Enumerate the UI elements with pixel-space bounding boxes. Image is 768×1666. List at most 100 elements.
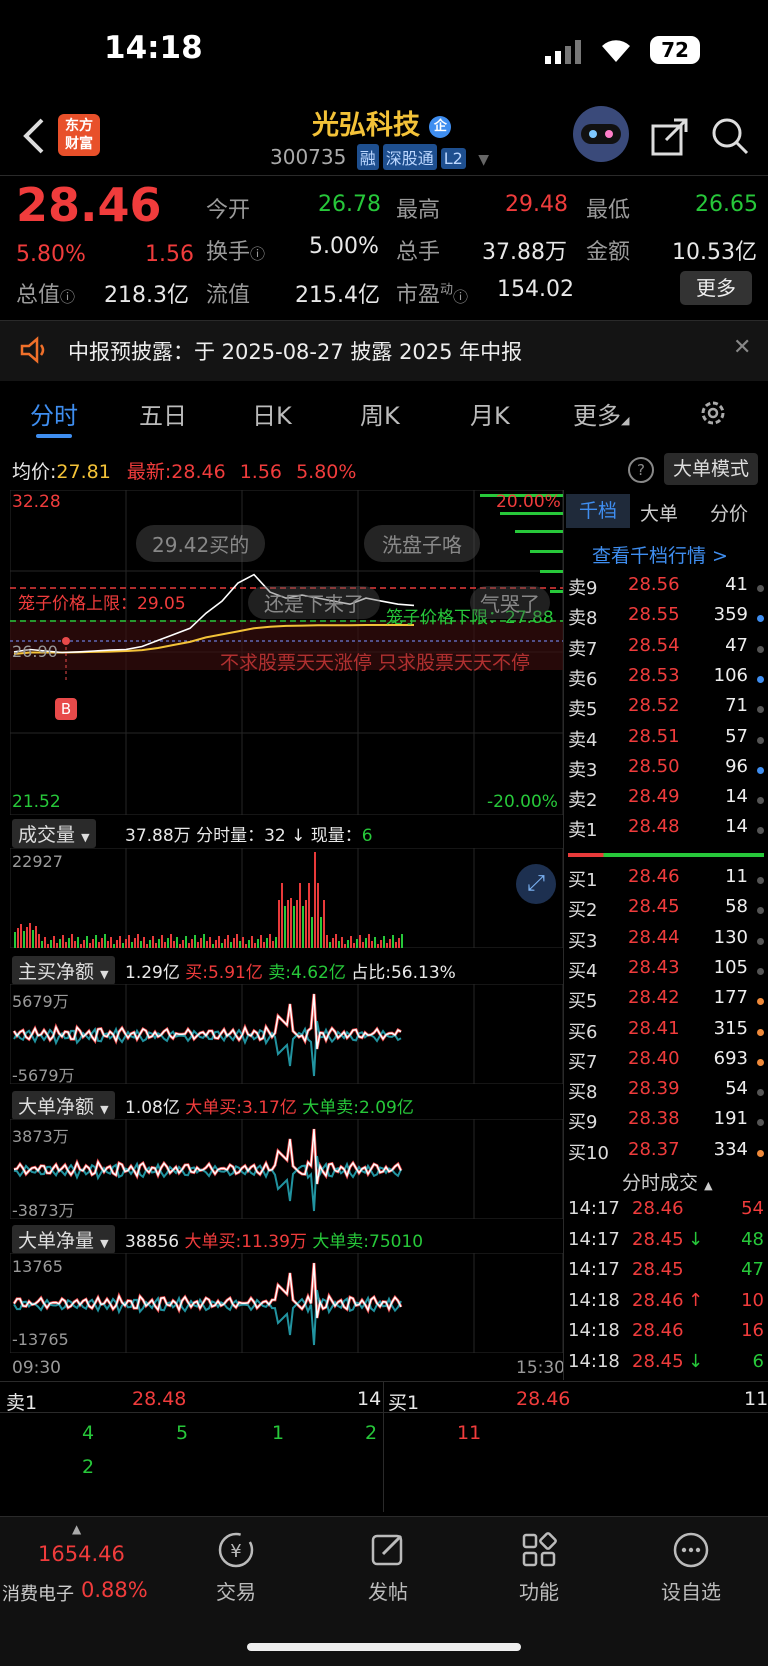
ask-row[interactable]: 卖5 28.52 71 xyxy=(566,695,766,725)
main-net-chart[interactable] xyxy=(10,984,563,1084)
volume-bar xyxy=(197,942,199,948)
trades-title[interactable]: 分时成交 ▲ xyxy=(622,1168,713,1195)
back-icon[interactable] xyxy=(22,116,46,160)
expand-icon[interactable]: ⤢ xyxy=(516,864,556,904)
nav-trade[interactable]: ¥ 交易 xyxy=(181,1530,291,1605)
bid-price: 28.37 xyxy=(628,1138,680,1160)
volume-bar xyxy=(56,943,58,948)
ask-price: 28.53 xyxy=(628,664,680,686)
order-book-tab-large[interactable]: 大单 xyxy=(640,499,678,526)
robot-avatar-icon[interactable] xyxy=(573,106,629,162)
settings-icon[interactable] xyxy=(698,398,728,432)
volume-bar xyxy=(164,942,166,948)
bid-level: 买4 xyxy=(568,960,598,982)
mcap-label: 总值ⓘ xyxy=(16,283,76,308)
stock-title[interactable]: 光弘科技 企 xyxy=(312,103,452,142)
bid-row[interactable]: 买8 28.39 54 xyxy=(566,1078,766,1108)
volume-chart[interactable] xyxy=(10,848,563,948)
ask-price: 28.48 xyxy=(628,816,680,838)
bid-row[interactable]: 买4 28.43 105 xyxy=(566,957,766,987)
volume-value: 37.88万 xyxy=(482,240,567,265)
sell-queue-item: 2 xyxy=(365,1422,378,1444)
volume-bar xyxy=(353,943,355,948)
volume-label: 总手 xyxy=(396,240,441,265)
large-qty-chart[interactable] xyxy=(10,1253,563,1353)
volume-bar xyxy=(356,939,358,948)
bid-row[interactable]: 买5 28.42 177 xyxy=(566,987,766,1017)
large-qty-dropdown[interactable]: 大单净量 ▼ xyxy=(12,1225,115,1254)
volume-bar xyxy=(20,924,22,948)
volume-bar xyxy=(146,944,148,948)
nav-post[interactable]: 发帖 xyxy=(333,1530,443,1605)
volume-bar xyxy=(401,934,403,948)
chart-header: 均价:27.81 最新:28.46 1.56 5.80% xyxy=(12,461,357,483)
ask-row[interactable]: 卖9 28.56 41 xyxy=(566,574,766,604)
tab-daily-k[interactable]: 日K xyxy=(252,396,292,431)
volume-dropdown[interactable]: 成交量 ▼ xyxy=(12,819,96,848)
large-net-dropdown[interactable]: 大单净额 ▼ xyxy=(12,1091,115,1120)
bid-row[interactable]: 买10 28.37 334 xyxy=(566,1139,766,1169)
ask-row[interactable]: 卖7 28.54 47 xyxy=(566,635,766,665)
volume-bar xyxy=(266,938,268,948)
order-book-tab-price[interactable]: 分价 xyxy=(710,499,748,526)
volume-bar xyxy=(182,940,184,948)
bid-row[interactable]: 买1 28.46 11 xyxy=(566,866,766,896)
tab-more[interactable]: 更多◢ xyxy=(573,396,629,431)
chevron-down-icon[interactable]: ▼ xyxy=(478,152,489,168)
nav-watchlist[interactable]: 设自选 xyxy=(636,1530,746,1605)
ask-row[interactable]: 卖1 28.48 14 xyxy=(566,816,766,846)
volume-bar xyxy=(26,927,28,948)
large-order-mode-button[interactable]: 大单模式 xyxy=(664,453,758,485)
volume-bar xyxy=(92,939,94,948)
ask-row[interactable]: 卖2 28.49 14 xyxy=(566,786,766,816)
bid-row[interactable]: 买2 28.45 58 xyxy=(566,896,766,926)
ask-row[interactable]: 卖8 28.55 359 xyxy=(566,604,766,634)
tab-intraday[interactable]: 分时 xyxy=(30,396,78,431)
view-depth-link[interactable]: 查看千档行情 > xyxy=(592,541,728,568)
volume-bar xyxy=(206,941,208,948)
volume-bar xyxy=(323,900,325,948)
more-button[interactable]: 更多 xyxy=(680,271,752,305)
buy-marker[interactable]: B xyxy=(55,698,77,720)
notice-bar[interactable]: 中报预披露：于 2025-08-27 披露 2025 年中报 ✕ xyxy=(0,321,768,381)
trade-price: 28.46 xyxy=(632,1198,684,1219)
volume-bar xyxy=(119,936,121,948)
tab-weekly-k[interactable]: 周K xyxy=(360,396,400,431)
sell-queue-item: 1 xyxy=(272,1422,285,1444)
bid-qty: 334 xyxy=(713,1138,748,1160)
trade-qty: 6 xyxy=(752,1350,764,1372)
main-net-dropdown[interactable]: 主买净额 ▼ xyxy=(12,956,115,985)
nav-functions[interactable]: 功能 xyxy=(484,1530,594,1605)
share-icon[interactable] xyxy=(650,116,690,160)
tag-l2: L2 xyxy=(440,148,466,169)
open-value: 26.78 xyxy=(318,192,381,217)
volume-bar xyxy=(149,940,151,948)
trade-qty: 48 xyxy=(741,1228,764,1250)
ask-dot-icon xyxy=(757,585,764,592)
bid-row[interactable]: 买3 28.44 130 xyxy=(566,927,766,957)
volume-bar xyxy=(167,938,169,948)
ask-row[interactable]: 卖3 28.50 96 xyxy=(566,756,766,786)
large-qty-summary: 38856 大单买:11.39万 大单卖:75010 xyxy=(125,1232,424,1252)
danmaku-5: 不求股票天天涨停 只求股票天天不停 xyxy=(220,652,531,674)
bid-level: 买5 xyxy=(568,991,598,1013)
buy-queue-item: 11 xyxy=(457,1422,482,1444)
large-net-chart[interactable] xyxy=(10,1119,563,1219)
order-book-tab-1000[interactable]: 千档 xyxy=(566,494,630,528)
bid-row[interactable]: 买9 28.38 191 xyxy=(566,1108,766,1138)
search-icon[interactable] xyxy=(710,116,750,160)
ask-row[interactable]: 卖6 28.53 106 xyxy=(566,665,766,695)
help-icon[interactable]: ? xyxy=(628,457,654,483)
close-icon[interactable]: ✕ xyxy=(733,335,751,360)
tab-monthly-k[interactable]: 月K xyxy=(470,396,510,431)
volume-bar xyxy=(71,934,73,948)
trade-price: 28.46 xyxy=(632,1289,684,1311)
tab-five-day[interactable]: 五日 xyxy=(139,396,187,431)
trade-qty: 54 xyxy=(741,1198,764,1219)
ask-price: 28.51 xyxy=(628,725,680,747)
bid-row[interactable]: 买6 28.41 315 xyxy=(566,1018,766,1048)
ask-row[interactable]: 卖4 28.51 57 xyxy=(566,726,766,756)
bid-row[interactable]: 买7 28.40 693 xyxy=(566,1048,766,1078)
index-widget[interactable]: ▲ 1654.46 消费电子 0.88% xyxy=(0,1522,160,1612)
tab-indicator xyxy=(36,434,72,438)
